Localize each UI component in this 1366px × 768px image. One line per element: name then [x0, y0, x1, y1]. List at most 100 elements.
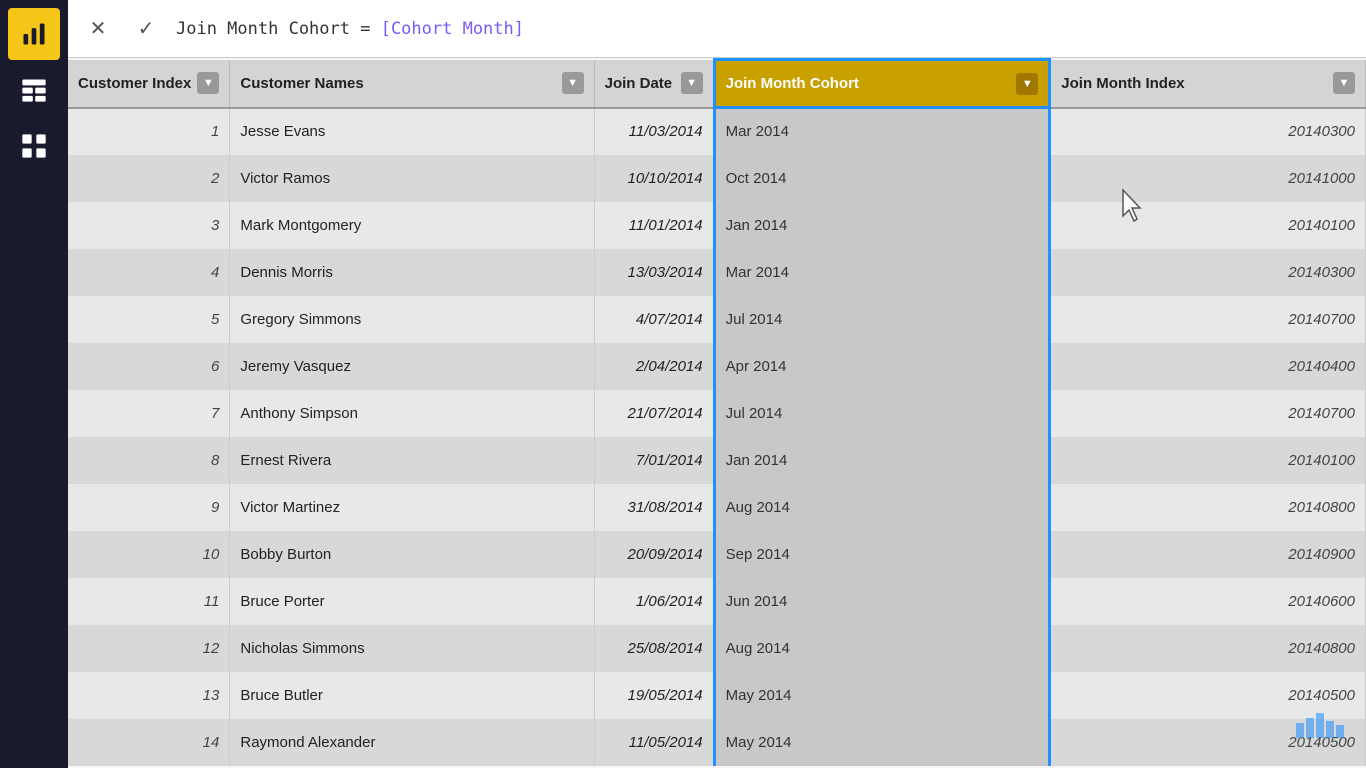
col-header-join-month-cohort[interactable]: Join Month Cohort ▼: [714, 60, 1050, 108]
table-row: 7 Anthony Simpson 21/07/2014 Jul 2014 20…: [68, 390, 1366, 437]
formula-plain: Join Month Cohort =: [176, 19, 381, 39]
cell-name-0: Jesse Evans: [230, 108, 594, 155]
customer-index-dropdown[interactable]: ▼: [197, 72, 219, 94]
table-row: 5 Gregory Simmons 4/07/2014 Jul 2014 201…: [68, 296, 1366, 343]
cell-date-5: 2/04/2014: [594, 343, 714, 390]
col-header-customer-names[interactable]: Customer Names ▼: [230, 60, 594, 108]
cell-cohort-8: Aug 2014: [714, 484, 1050, 531]
cell-index-9: 10: [68, 531, 230, 578]
cell-name-1: Victor Ramos: [230, 155, 594, 202]
cell-date-13: 11/05/2014: [594, 719, 714, 766]
table-row: 8 Ernest Rivera 7/01/2014 Jan 2014 20140…: [68, 437, 1366, 484]
col-header-join-date[interactable]: Join Date ▼: [594, 60, 714, 108]
model-sidebar-icon[interactable]: [8, 120, 60, 172]
cell-index-5: 6: [68, 343, 230, 390]
cell-date-10: 1/06/2014: [594, 578, 714, 625]
cell-cohort-index-4: 20140700: [1050, 296, 1366, 343]
cell-index-8: 9: [68, 484, 230, 531]
formula-bar: ✕ ✓ Join Month Cohort = [Cohort Month]: [68, 0, 1366, 58]
cell-date-11: 25/08/2014: [594, 625, 714, 672]
cell-cohort-index-9: 20140900: [1050, 531, 1366, 578]
cell-date-0: 11/03/2014: [594, 108, 714, 155]
cell-index-2: 3: [68, 202, 230, 249]
customer-names-dropdown[interactable]: ▼: [562, 72, 584, 94]
cell-index-7: 8: [68, 437, 230, 484]
col-header-customer-index-label: Customer Index: [78, 75, 191, 92]
table-row: 2 Victor Ramos 10/10/2014 Oct 2014 20141…: [68, 155, 1366, 202]
cell-cohort-0: Mar 2014: [714, 108, 1050, 155]
cell-cohort-6: Jul 2014: [714, 390, 1050, 437]
table-sidebar-icon[interactable]: [8, 64, 60, 116]
table-row: 3 Mark Montgomery 11/01/2014 Jan 2014 20…: [68, 202, 1366, 249]
cell-cohort-11: Aug 2014: [714, 625, 1050, 672]
cell-cohort-1: Oct 2014: [714, 155, 1050, 202]
main-area: ✕ ✓ Join Month Cohort = [Cohort Month] C…: [68, 0, 1366, 768]
cell-date-6: 21/07/2014: [594, 390, 714, 437]
table-row: 12 Nicholas Simmons 25/08/2014 Aug 2014 …: [68, 625, 1366, 672]
cell-cohort-10: Jun 2014: [714, 578, 1050, 625]
table-row: 14 Raymond Alexander 11/05/2014 May 2014…: [68, 719, 1366, 766]
cell-cohort-9: Sep 2014: [714, 531, 1050, 578]
cell-cohort-index-8: 20140800: [1050, 484, 1366, 531]
cell-cohort-index-12: 20140500: [1050, 672, 1366, 719]
cell-cohort-index-11: 20140800: [1050, 625, 1366, 672]
cell-index-10: 11: [68, 578, 230, 625]
cell-name-2: Mark Montgomery: [230, 202, 594, 249]
formula-colored: [Cohort Month]: [381, 19, 524, 39]
cell-index-11: 12: [68, 625, 230, 672]
confirm-button[interactable]: ✓: [128, 11, 164, 47]
cell-index-0: 1: [68, 108, 230, 155]
col-header-customer-index[interactable]: Customer Index ▼: [68, 60, 230, 108]
cell-date-3: 13/03/2014: [594, 249, 714, 296]
cell-date-2: 11/01/2014: [594, 202, 714, 249]
table-row: 9 Victor Martinez 31/08/2014 Aug 2014 20…: [68, 484, 1366, 531]
cell-name-6: Anthony Simpson: [230, 390, 594, 437]
cell-cohort-12: May 2014: [714, 672, 1050, 719]
table-row: 4 Dennis Morris 13/03/2014 Mar 2014 2014…: [68, 249, 1366, 296]
sidebar: [0, 0, 68, 768]
cell-cohort-2: Jan 2014: [714, 202, 1050, 249]
cell-name-5: Jeremy Vasquez: [230, 343, 594, 390]
cell-index-12: 13: [68, 672, 230, 719]
cell-cohort-7: Jan 2014: [714, 437, 1050, 484]
cell-date-12: 19/05/2014: [594, 672, 714, 719]
join-date-dropdown[interactable]: ▼: [681, 72, 703, 94]
cell-cohort-13: May 2014: [714, 719, 1050, 766]
cell-date-1: 10/10/2014: [594, 155, 714, 202]
cell-cohort-index-1: 20141000: [1050, 155, 1366, 202]
cell-index-1: 2: [68, 155, 230, 202]
cancel-button[interactable]: ✕: [80, 11, 116, 47]
cell-name-3: Dennis Morris: [230, 249, 594, 296]
table-row: 13 Bruce Butler 19/05/2014 May 2014 2014…: [68, 672, 1366, 719]
cell-cohort-index-3: 20140300: [1050, 249, 1366, 296]
col-header-join-month-cohort-label: Join Month Cohort: [726, 75, 859, 92]
cell-cohort-index-10: 20140600: [1050, 578, 1366, 625]
join-month-cohort-dropdown[interactable]: ▼: [1016, 73, 1038, 95]
cell-cohort-index-0: 20140300: [1050, 108, 1366, 155]
cell-cohort-index-2: 20140100: [1050, 202, 1366, 249]
table-row: 10 Bobby Burton 20/09/2014 Sep 2014 2014…: [68, 531, 1366, 578]
formula-text: Join Month Cohort = [Cohort Month]: [176, 19, 1354, 39]
cell-index-3: 4: [68, 249, 230, 296]
join-month-index-dropdown[interactable]: ▼: [1333, 72, 1355, 94]
cell-name-13: Raymond Alexander: [230, 719, 594, 766]
bar-chart-sidebar-icon[interactable]: [8, 8, 60, 60]
cell-name-9: Bobby Burton: [230, 531, 594, 578]
cell-date-4: 4/07/2014: [594, 296, 714, 343]
col-header-join-month-index[interactable]: Join Month Index ▼: [1050, 60, 1366, 108]
cell-name-4: Gregory Simmons: [230, 296, 594, 343]
cell-cohort-5: Apr 2014: [714, 343, 1050, 390]
table-row: 11 Bruce Porter 1/06/2014 Jun 2014 20140…: [68, 578, 1366, 625]
cell-name-11: Nicholas Simmons: [230, 625, 594, 672]
cell-cohort-index-6: 20140700: [1050, 390, 1366, 437]
cell-date-7: 7/01/2014: [594, 437, 714, 484]
col-header-join-month-index-label: Join Month Index: [1061, 75, 1184, 92]
table-row: 1 Jesse Evans 11/03/2014 Mar 2014 201403…: [68, 108, 1366, 155]
col-header-join-date-label: Join Date: [605, 75, 673, 92]
cell-cohort-4: Jul 2014: [714, 296, 1050, 343]
col-header-customer-names-label: Customer Names: [240, 75, 363, 92]
cell-date-8: 31/08/2014: [594, 484, 714, 531]
cell-date-9: 20/09/2014: [594, 531, 714, 578]
cell-index-13: 14: [68, 719, 230, 766]
watermark: [1296, 713, 1346, 748]
